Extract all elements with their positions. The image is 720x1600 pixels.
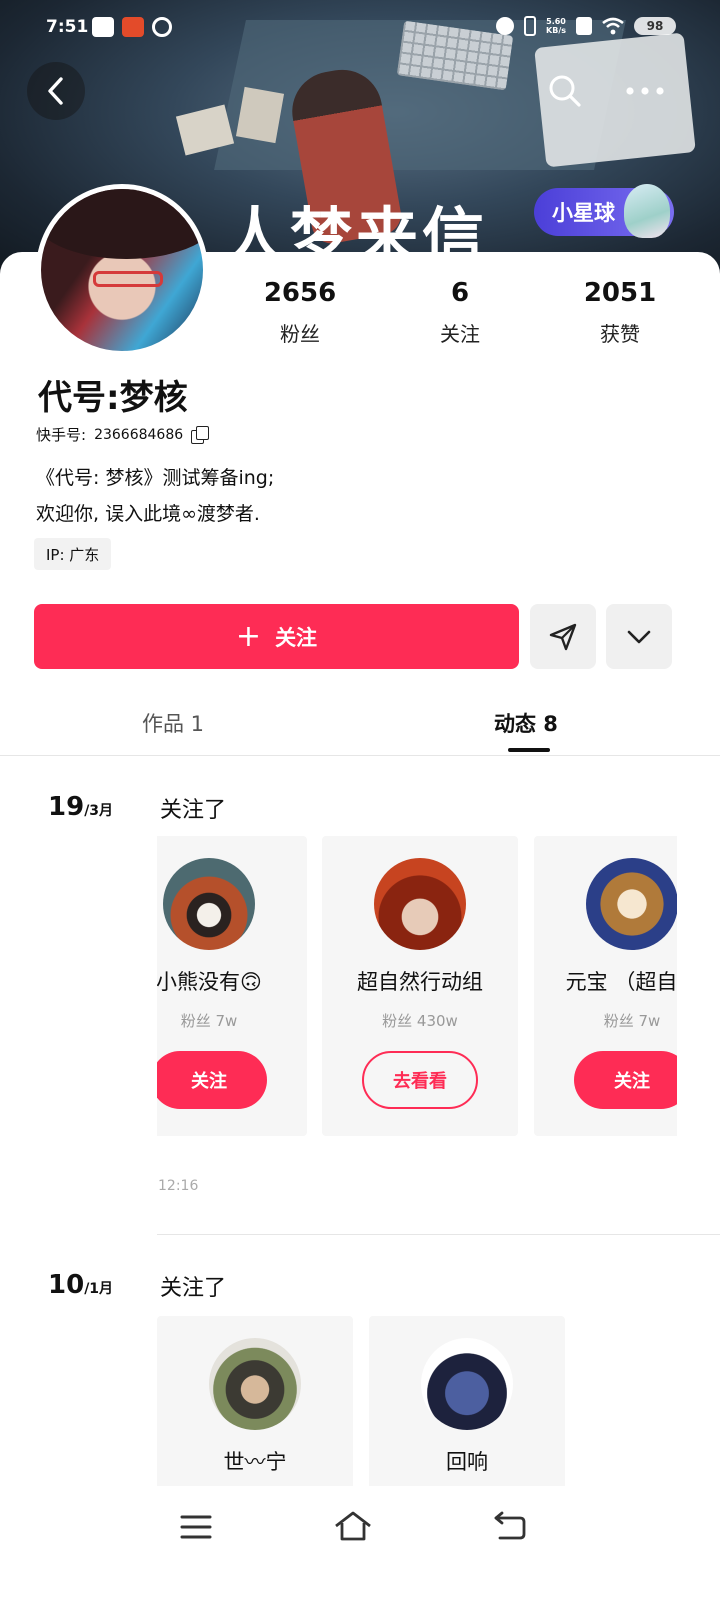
status-bar: 7:51 5.60 KB/s 98 (0, 0, 720, 56)
stat-fans[interactable]: 2656 粉丝 (220, 278, 380, 347)
chevron-left-icon (48, 77, 63, 105)
user-follow-button[interactable]: 关注 (574, 1051, 677, 1109)
stat-following[interactable]: 6 关注 (380, 278, 540, 347)
user-fans: 粉丝 7w (603, 1012, 661, 1030)
user-avatar (209, 1338, 301, 1430)
user-card[interactable]: 小熊没有🙃 粉丝 7w 关注 (157, 836, 307, 1136)
kuaishou-id-value: 2366684686 (94, 426, 184, 443)
user-card[interactable]: 超自然行动组 粉丝 430w 去看看 (322, 836, 518, 1136)
user-card[interactable]: 世〰宁 (157, 1316, 353, 1496)
user-fans: 粉丝 7w (180, 1012, 238, 1030)
app-notification-icon (122, 17, 144, 37)
search-icon (549, 75, 581, 107)
user-view-button[interactable]: 去看看 (362, 1051, 478, 1109)
menu-icon[interactable] (180, 1514, 212, 1540)
plus-icon: + (235, 618, 262, 654)
followed-users-row: 世〰宁 回响 (157, 1316, 677, 1496)
more-dots-icon (626, 87, 664, 95)
feed-divider (157, 1234, 720, 1235)
fan-icon (152, 17, 172, 37)
feed-title: 关注了 (160, 1276, 227, 1301)
profile-tabs: 作品 1 动态 8 (0, 690, 720, 756)
search-button[interactable] (536, 62, 594, 120)
user-avatar (163, 858, 255, 950)
little-planet-badge[interactable]: 小星球 (534, 184, 674, 238)
user-avatar (421, 1338, 513, 1430)
user-fans: 粉丝 430w (382, 1012, 458, 1030)
profile-bio: 《代号: 梦核》测试筹备ing; 欢迎你, 误入此境∞渡梦者. (36, 460, 274, 532)
bio-line: 《代号: 梦核》测试筹备ing; (36, 467, 275, 489)
status-time: 7:51 (46, 17, 89, 37)
user-name: 小熊没有🙃 (157, 970, 262, 994)
user-name: 回响 (446, 1450, 488, 1474)
follow-button[interactable]: + 关注 (34, 604, 519, 669)
user-card[interactable]: 回响 (369, 1316, 565, 1496)
feed-title: 关注了 (160, 798, 227, 823)
status-right-icons: 5.60 KB/s 98 (496, 16, 676, 36)
home-icon[interactable] (333, 1510, 373, 1542)
no-sim-icon (576, 17, 592, 35)
feed-date: 19/3月 (48, 792, 114, 822)
system-nav-bar (0, 1486, 720, 1600)
user-avatar (374, 858, 466, 950)
active-tab-indicator (508, 748, 550, 752)
fairy-mascot-icon (624, 184, 670, 238)
more-button[interactable] (616, 62, 674, 120)
network-speed: 5.60 KB/s (546, 17, 566, 35)
expand-button[interactable] (606, 604, 672, 669)
battery-indicator: 98 (634, 17, 676, 35)
back-button[interactable] (27, 62, 85, 120)
follow-button-label: 关注 (275, 625, 318, 650)
banner-paper-art (235, 86, 285, 144)
user-name: 世〰宁 (223, 1450, 287, 1474)
tab-moments[interactable]: 动态 8 (494, 708, 558, 738)
status-left-icons (92, 17, 172, 37)
user-name: 元宝 （超自然 (565, 970, 677, 994)
profile-avatar[interactable] (36, 184, 208, 356)
user-name: 超自然行动组 (357, 970, 483, 994)
send-icon (549, 623, 577, 650)
stat-likes[interactable]: 2051 获赞 (540, 278, 700, 347)
feed-date: 10/1月 (48, 1270, 114, 1300)
vivo-app-icon (92, 17, 114, 37)
profile-name: 代号:梦核 (38, 378, 188, 418)
ip-location-tag: IP: 广东 (34, 538, 112, 570)
vibrate-icon (524, 16, 537, 36)
user-card[interactable]: 元宝 （超自然 粉丝 7w 关注 (534, 836, 677, 1136)
followed-users-row: 小熊没有🙃 粉丝 7w 关注 超自然行动组 粉丝 430w 去看看 元宝 （超自… (157, 836, 677, 1138)
profile-stats: 2656 粉丝 6 关注 2051 获赞 (220, 278, 700, 347)
user-follow-button[interactable]: 关注 (157, 1051, 267, 1109)
user-avatar (586, 858, 677, 950)
copy-icon[interactable] (191, 426, 210, 444)
message-button[interactable] (530, 604, 596, 669)
little-planet-label: 小星球 (552, 201, 615, 225)
feed-timestamp: 12:16 (158, 1178, 199, 1194)
bio-line: 欢迎你, 误入此境∞渡梦者. (36, 503, 260, 525)
kuaishou-id-row: 快手号: 2366684686 (36, 424, 210, 445)
kuaishou-id-label: 快手号: (36, 426, 87, 444)
wifi-icon (602, 17, 624, 35)
alarm-icon (496, 17, 515, 35)
tab-works[interactable]: 作品 1 (142, 708, 204, 738)
chevron-down-icon (627, 630, 651, 643)
back-nav-icon[interactable] (492, 1510, 528, 1542)
